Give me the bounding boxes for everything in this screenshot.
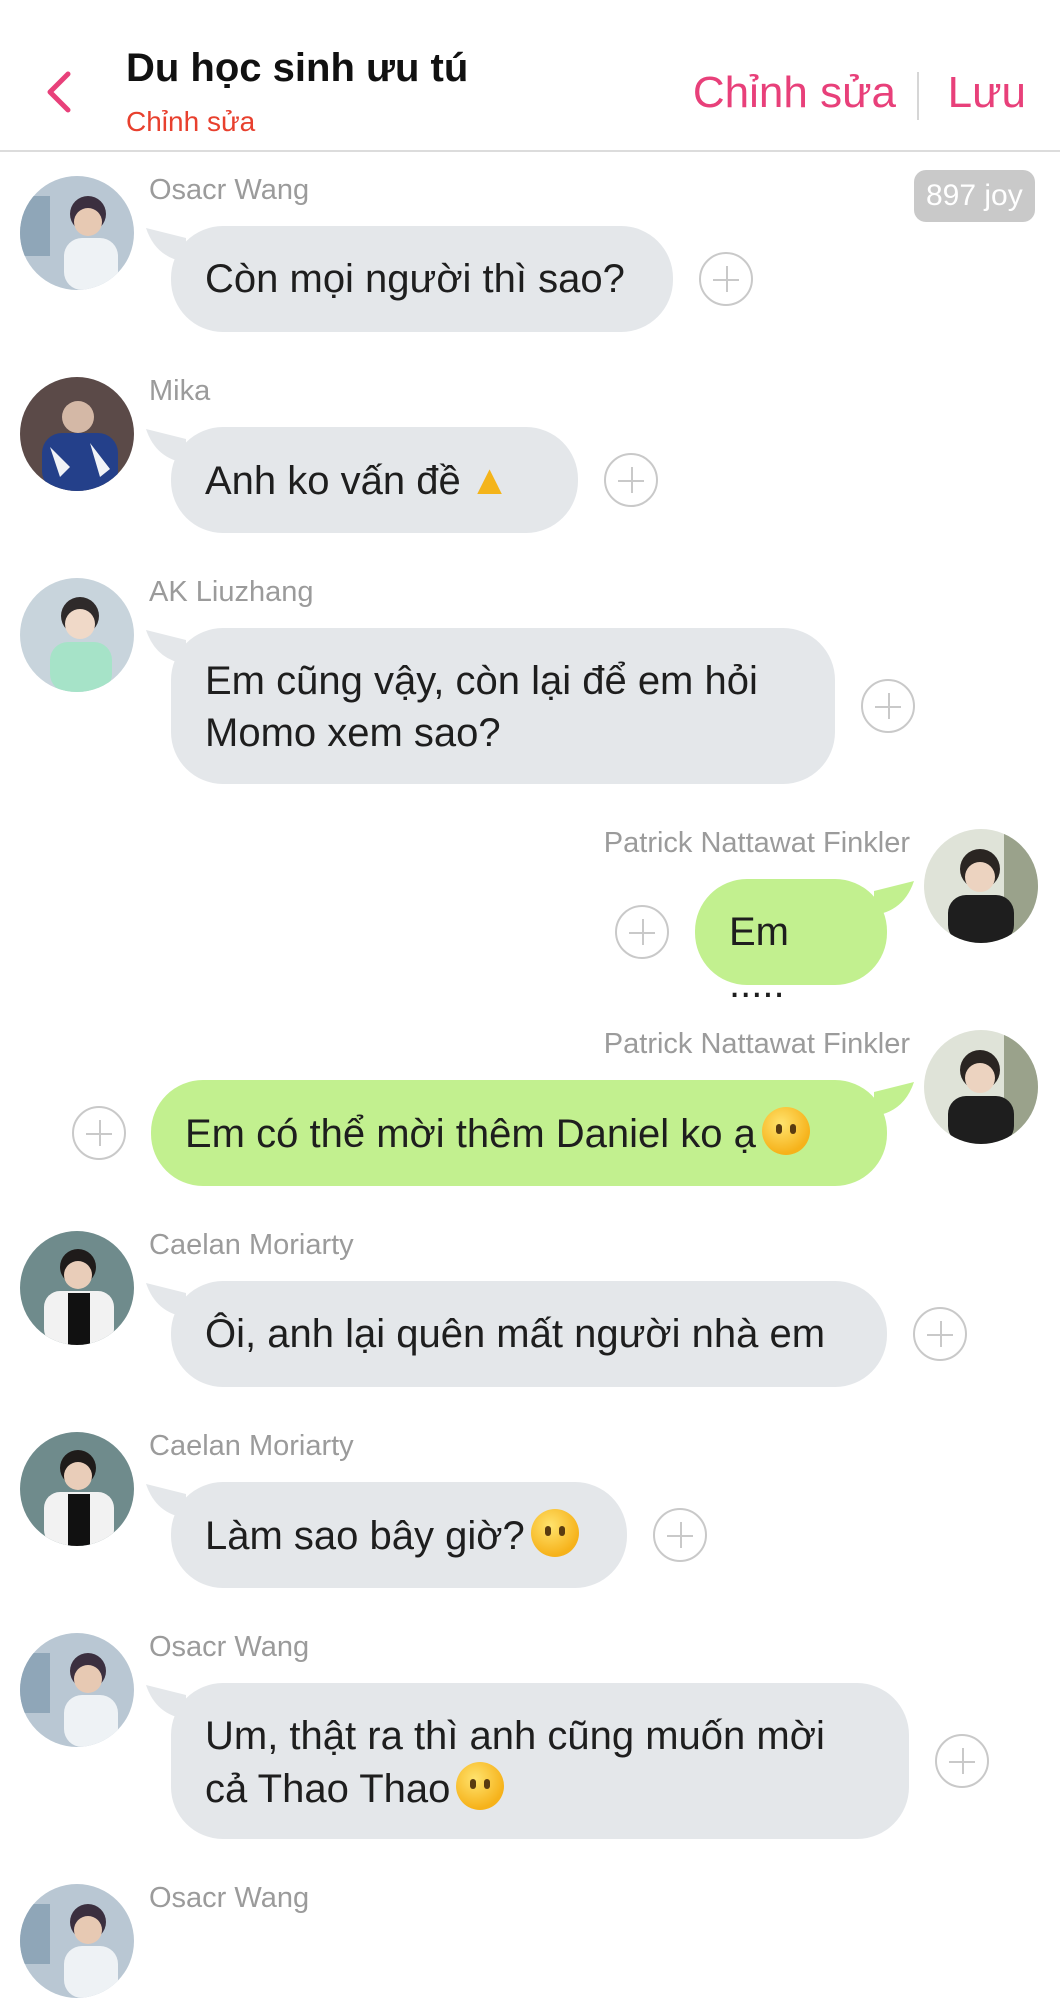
avatar[interactable]	[20, 377, 134, 491]
message-text: Còn mọi người thì sao?	[205, 257, 625, 301]
message-text: Em có thể mời thêm Daniel ko ạ	[185, 1112, 756, 1156]
message-bubble[interactable]: Làm sao bây giờ?	[171, 1482, 627, 1588]
add-reaction-icon[interactable]	[653, 1508, 707, 1562]
save-button[interactable]: Lưu	[948, 68, 1026, 118]
chat-header: Du học sinh ưu tú Chỉnh sửa Chỉnh sửa Lư…	[0, 0, 1060, 152]
message-text-line: Em cũng vậy, còn lại để em hỏi	[205, 659, 758, 703]
sender-name: Osacr Wang	[149, 174, 310, 206]
message-text: Làm sao bây giờ?	[205, 1514, 525, 1558]
message-bubble[interactable]: Ôi, anh lại quên mất người nhà em	[171, 1281, 887, 1387]
sender-name: Caelan Moriarty	[149, 1430, 354, 1462]
add-reaction-icon[interactable]	[935, 1734, 989, 1788]
add-reaction-icon[interactable]	[72, 1106, 126, 1160]
avatar[interactable]	[924, 1030, 1038, 1144]
message-text: Em .....	[729, 910, 789, 1006]
edit-button[interactable]: Chỉnh sửa	[693, 68, 896, 118]
add-reaction-icon[interactable]	[699, 252, 753, 306]
message-text: Ôi, anh lại quên mất người nhà em	[205, 1312, 826, 1356]
header-divider	[917, 72, 919, 120]
message-bubble[interactable]: Em .....	[695, 879, 887, 1006]
crying-face-emoji	[530, 1509, 579, 1557]
sender-name: Caelan Moriarty	[149, 1229, 354, 1261]
add-reaction-icon[interactable]	[913, 1307, 967, 1361]
message-bubble[interactable]: Um, thật ra thì anh cũng muốn mời cả Tha…	[171, 1683, 909, 1839]
sender-name: Osacr Wang	[149, 1631, 310, 1663]
message-bubble[interactable]: Em có thể mời thêm Daniel ko ạ	[151, 1080, 887, 1186]
avatar[interactable]	[20, 578, 134, 692]
avatar[interactable]	[20, 176, 134, 290]
sender-name: Osacr Wang	[149, 1882, 310, 1914]
avatar[interactable]	[20, 1633, 134, 1747]
message-text-line: Um, thật ra thì anh cũng muốn mời	[205, 1714, 825, 1758]
chat-subtitle[interactable]: Chỉnh sửa	[126, 106, 255, 138]
message-bubble[interactable]: Anh ko vấn đề ▲	[171, 427, 578, 533]
avatar[interactable]	[924, 829, 1038, 943]
back-chevron-icon[interactable]	[40, 68, 80, 116]
add-reaction-icon[interactable]	[861, 679, 915, 733]
thumbs-up-emoji: ▲	[468, 456, 511, 503]
message-bubble[interactable]: Còn mọi người thì sao?	[171, 226, 673, 332]
sender-name: Patrick Nattawat Finkler	[603, 827, 910, 859]
message-bubble[interactable]: Em cũng vậy, còn lại để em hỏi Momo xem …	[171, 628, 835, 784]
add-reaction-icon[interactable]	[615, 905, 669, 959]
add-reaction-icon[interactable]	[604, 453, 658, 507]
sender-name: AK Liuzhang	[149, 576, 314, 608]
message-text: Anh ko vấn đề	[205, 459, 461, 503]
chat-title: Du học sinh ưu tú	[126, 46, 469, 90]
sender-name: Patrick Nattawat Finkler	[603, 1028, 910, 1060]
avatar[interactable]	[20, 1432, 134, 1546]
no-mouth-face-emoji	[761, 1107, 810, 1155]
avatar[interactable]	[20, 1231, 134, 1345]
avatar[interactable]	[20, 1884, 134, 1998]
joy-count-badge: 897 joy	[914, 170, 1035, 222]
sender-name: Mika	[149, 375, 211, 407]
slight-smile-emoji	[456, 1762, 505, 1810]
message-text-line: cả Thao Thao	[205, 1767, 451, 1811]
message-text-line: Momo xem sao?	[205, 711, 501, 755]
